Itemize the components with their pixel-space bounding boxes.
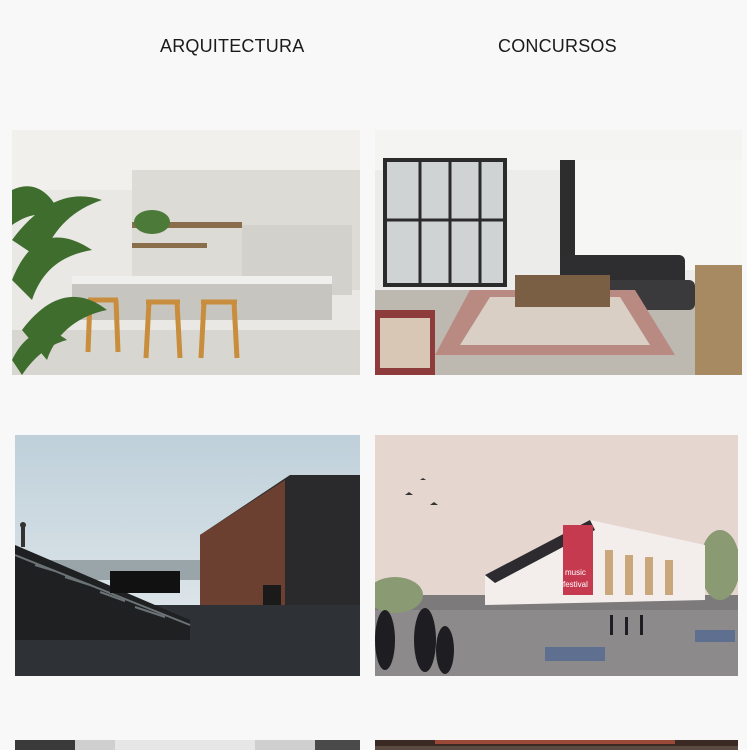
living-room-image bbox=[375, 130, 742, 375]
project-thumbnail-music-festival[interactable]: music festival bbox=[375, 435, 738, 676]
dark-building-image bbox=[15, 435, 360, 676]
billboard-word-festival: festival bbox=[563, 580, 588, 589]
project-thumbnail-kitchen[interactable] bbox=[12, 130, 360, 375]
project-thumbnail-row3-left[interactable] bbox=[15, 740, 360, 750]
project-thumbnail-row3-right[interactable] bbox=[375, 740, 738, 750]
project-thumbnail-dark-building[interactable] bbox=[15, 435, 360, 676]
tab-arquitectura[interactable]: ARQUITECTURA bbox=[160, 36, 304, 57]
project-thumbnail-living-room[interactable] bbox=[375, 130, 742, 375]
kitchen-image bbox=[12, 130, 360, 375]
category-tabs: ARQUITECTURA CONCURSOS bbox=[0, 36, 747, 62]
music-festival-image: music festival bbox=[375, 435, 738, 676]
billboard-word-music: music bbox=[565, 568, 586, 577]
tab-concursos[interactable]: CONCURSOS bbox=[498, 36, 617, 57]
row3-left-image bbox=[15, 740, 360, 750]
row3-right-image bbox=[375, 740, 738, 750]
